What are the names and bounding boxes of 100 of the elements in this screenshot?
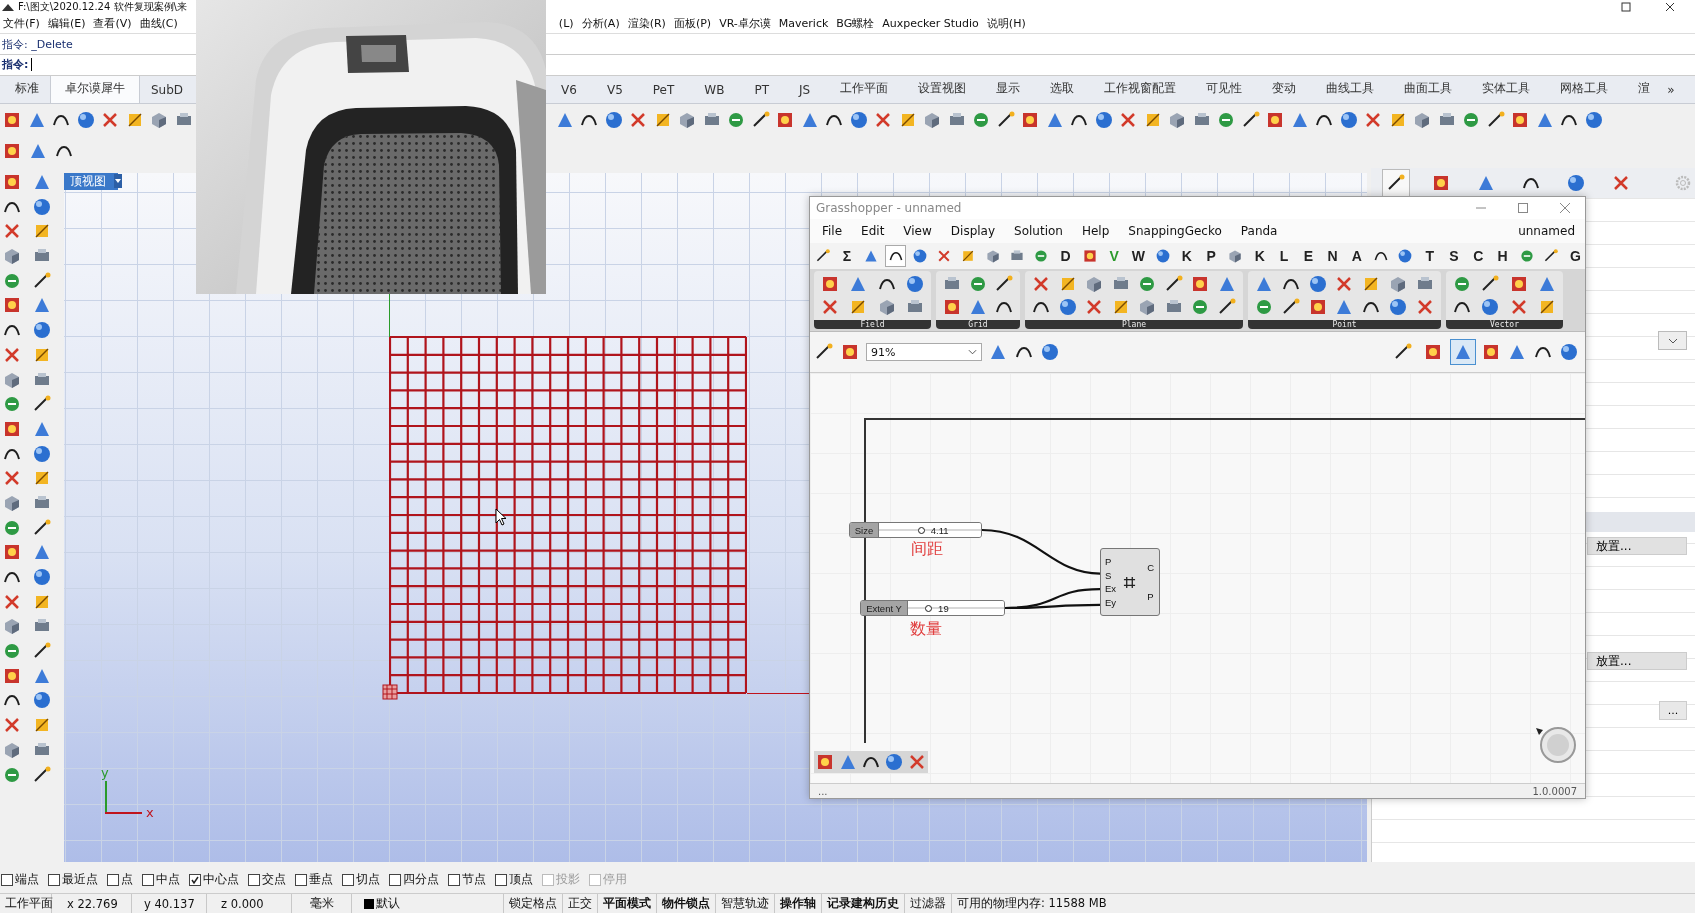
toolbar-tab[interactable]: V5: [591, 78, 638, 103]
toolbar-tab[interactable]: PT: [739, 78, 784, 103]
osnap-checkbox[interactable]: 中点: [142, 872, 180, 887]
component-tab[interactable]: H: [1492, 246, 1513, 266]
menu-item[interactable]: Display: [950, 224, 996, 238]
menu-item[interactable]: Maverick: [778, 17, 829, 30]
node-canvas[interactable]: Size 4.11 Extent Y 19 间距 数量 P S Ex Ey C P: [810, 373, 1585, 783]
place-button[interactable]: 放置...: [1587, 537, 1687, 555]
close-icon[interactable]: [1665, 2, 1675, 12]
osnap-checkbox[interactable]: 中心点: [189, 872, 239, 887]
menu-item[interactable]: 说明(H): [986, 16, 1026, 31]
osnap-checkbox[interactable]: 端点: [1, 872, 39, 887]
place-button[interactable]: 放置...: [1587, 652, 1687, 670]
toolbar-tab[interactable]: 标准: [4, 76, 50, 103]
osnap-checkbox[interactable]: 顶点: [495, 872, 533, 887]
maximize-icon[interactable]: [1621, 2, 1631, 12]
component-tab[interactable]: N: [1322, 246, 1343, 266]
toolbar-tab[interactable]: 网格工具: [1545, 76, 1624, 103]
menu-item[interactable]: Solution: [1014, 224, 1063, 238]
component-tab[interactable]: S: [1444, 246, 1464, 266]
output-port[interactable]: P: [1147, 591, 1154, 602]
component-tab[interactable]: [885, 246, 906, 266]
component-tab[interactable]: Σ: [837, 246, 857, 266]
osnap-checkbox[interactable]: 节点: [448, 872, 486, 887]
menu-item[interactable]: BG螺栓: [836, 16, 875, 31]
menu-item[interactable]: (L): [558, 17, 574, 30]
component-tab[interactable]: W: [1128, 246, 1149, 266]
caret-icon[interactable]: [114, 174, 122, 188]
menu-item[interactable]: Edit: [861, 224, 885, 238]
component-tab[interactable]: K: [1250, 246, 1270, 266]
zoom-dropdown[interactable]: 91%: [866, 343, 982, 361]
osnap-checkbox[interactable]: 垂点: [295, 872, 333, 887]
grid-component[interactable]: P S Ex Ey C P: [1100, 548, 1160, 616]
osnap-checkbox[interactable]: 点: [107, 872, 133, 887]
component-tab[interactable]: A: [1347, 246, 1367, 266]
menu-item[interactable]: Panda: [1240, 224, 1278, 238]
status-toggle[interactable]: 智慧轨迹: [716, 894, 775, 913]
toolbar-tab[interactable]: 曲面工具: [1389, 76, 1468, 103]
component-tab[interactable]: D: [1055, 246, 1076, 266]
input-port[interactable]: Ex: [1105, 583, 1123, 595]
input-port[interactable]: P: [1105, 556, 1123, 568]
toolbar-tab[interactable]: 实体工具: [1467, 76, 1546, 103]
more-button[interactable]: ...: [1659, 701, 1687, 720]
menu-item[interactable]: 曲线(C): [139, 16, 178, 31]
slider-handle[interactable]: [925, 605, 933, 612]
osnap-checkbox[interactable]: 最近点: [48, 872, 98, 887]
component-tab[interactable]: P: [1201, 246, 1221, 266]
more-tabs-button[interactable]: »: [1665, 78, 1677, 103]
toolbar-tab[interactable]: 工作视窗配置: [1089, 76, 1192, 103]
toolbar-tab[interactable]: 变动: [1257, 76, 1312, 103]
toolbar-tab[interactable]: 选取: [1035, 76, 1090, 103]
menu-item[interactable]: Help: [1081, 224, 1110, 238]
component-tab[interactable]: G: [1565, 246, 1586, 266]
menu-item[interactable]: 分析(A): [581, 16, 620, 31]
toolbar-tab[interactable]: 渲: [1623, 76, 1666, 103]
component-tab[interactable]: T: [1420, 246, 1440, 266]
number-slider[interactable]: Size 4.11: [849, 522, 982, 538]
menu-item[interactable]: 面板(P): [673, 16, 712, 31]
toolbar-tab[interactable]: WB: [689, 78, 740, 103]
status-toggle[interactable]: 锁定格点: [504, 894, 563, 913]
osnap-checkbox[interactable]: 交点: [248, 872, 286, 887]
status-toggle[interactable]: 物件锁点: [657, 894, 716, 913]
toolbar-tab[interactable]: V6: [546, 78, 592, 103]
status-toggle[interactable]: 平面模式: [598, 894, 657, 913]
osnap-checkbox[interactable]: 四分点: [389, 872, 439, 887]
menu-item[interactable]: 编辑(E): [47, 16, 86, 31]
component-tab[interactable]: E: [1298, 246, 1318, 266]
toolbar-tab[interactable]: 卓尔谟犀牛: [50, 76, 140, 103]
toolbar-tab[interactable]: 显示: [981, 76, 1036, 103]
menu-item[interactable]: VR-卓尔谟: [719, 16, 771, 31]
menu-item[interactable]: File: [822, 224, 843, 238]
viewport-tab[interactable]: 顶视图: [64, 173, 118, 190]
input-port[interactable]: S: [1105, 569, 1123, 581]
toolbar-tab[interactable]: SubD: [140, 78, 195, 103]
component-tab[interactable]: K: [1177, 246, 1197, 266]
toolbar-tab[interactable]: 设置视图: [903, 76, 982, 103]
status-toggle[interactable]: 操作轴: [775, 894, 822, 913]
component-tab[interactable]: L: [1274, 246, 1294, 266]
component-tab[interactable]: C: [1468, 246, 1488, 266]
menu-item[interactable]: 文件(F): [3, 16, 40, 31]
panel-tab[interactable]: [1383, 170, 1409, 196]
menu-item[interactable]: Auxpecker Studio: [882, 17, 979, 30]
menu-item[interactable]: 渲染(R): [627, 16, 666, 31]
menu-item[interactable]: SnappingGecko: [1128, 224, 1222, 238]
menu-item[interactable]: 查看(V): [93, 16, 132, 31]
status-toggle[interactable]: 过滤器: [905, 894, 952, 913]
layer-indicator[interactable]: 默认: [352, 894, 504, 913]
number-slider[interactable]: Extent Y 19: [860, 600, 1005, 616]
osnap-checkbox[interactable]: 切点: [342, 872, 380, 887]
toolbar-tab[interactable]: 可见性: [1191, 76, 1258, 103]
status-toggle[interactable]: 记录建构历史: [822, 894, 905, 913]
input-port[interactable]: Ey: [1105, 596, 1123, 608]
toolbar-tab[interactable]: 工作平面: [825, 76, 904, 103]
slider-handle[interactable]: [917, 527, 925, 534]
status-toggle[interactable]: 正交: [563, 894, 598, 913]
toolbar-tab[interactable]: 曲线工具: [1311, 76, 1390, 103]
navigation-widget-icon[interactable]: [1534, 725, 1578, 765]
output-port[interactable]: C: [1147, 562, 1154, 573]
toolbar-tab[interactable]: PeT: [637, 78, 690, 103]
menu-item[interactable]: View: [903, 224, 932, 238]
